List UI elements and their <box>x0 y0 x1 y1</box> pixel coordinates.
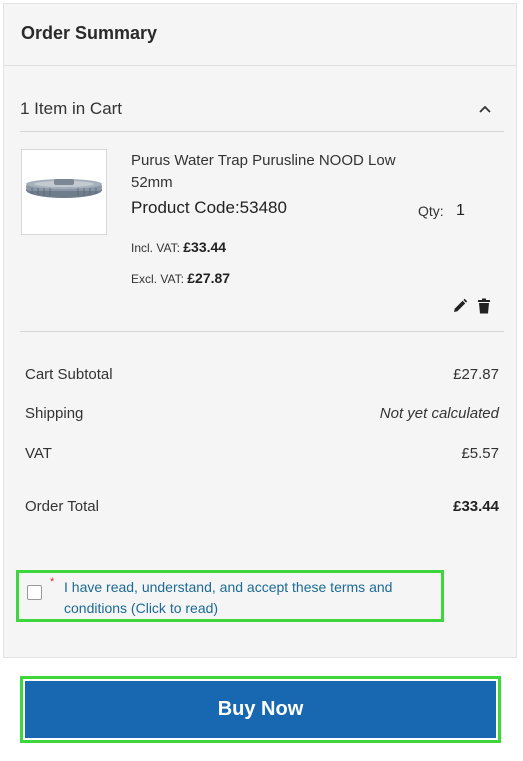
chevron-up-icon[interactable] <box>477 102 493 114</box>
product-code: Product Code:53480 <box>131 198 287 217</box>
incl-vat-price: £33.44 <box>183 239 227 255</box>
order-summary-title: Order Summary <box>21 23 158 43</box>
qty-label: Qty: <box>418 203 444 219</box>
water-trap-image <box>26 179 102 198</box>
order-total-value: £33.44 <box>453 498 499 515</box>
qty-value: 1 <box>456 202 465 219</box>
divider <box>20 131 504 132</box>
pencil-icon[interactable] <box>452 298 468 314</box>
excl-vat-price: £27.87 <box>187 270 231 286</box>
trash-icon[interactable] <box>477 298 493 314</box>
shipping-value: Not yet calculated <box>379 405 499 422</box>
vat-label: VAT <box>25 445 52 462</box>
cart-subtotal-value: £27.87 <box>453 366 499 383</box>
incl-vat-label: Incl. VAT: <box>131 241 180 255</box>
divider <box>20 331 504 332</box>
buy-now-button[interactable]: Buy Now <box>25 681 496 738</box>
cart-subtotal-label: Cart Subtotal <box>25 366 113 383</box>
excl-vat-price-row: Excl. VAT: £27.87 <box>131 270 230 286</box>
excl-vat-label: Excl. VAT: <box>131 272 184 286</box>
order-total-label: Order Total <box>25 498 99 515</box>
terms-checkbox[interactable] <box>27 585 42 600</box>
terms-agreement: * I have read, understand, and accept th… <box>16 570 444 622</box>
cart-items-toggle[interactable]: 1 Item in Cart <box>20 95 505 129</box>
required-mark: * <box>50 576 55 588</box>
product-name[interactable]: Purus Water Trap Purusline NOOD Low 52mm <box>131 150 441 194</box>
product-thumbnail[interactable] <box>21 149 107 235</box>
buy-now-highlight: Buy Now <box>20 676 501 743</box>
incl-vat-price-row: Incl. VAT: £33.44 <box>131 239 226 255</box>
terms-link[interactable]: I have read, understand, and accept thes… <box>64 577 444 619</box>
shipping-label: Shipping <box>25 405 84 422</box>
divider <box>4 65 516 66</box>
cart-count-label: 1 Item in Cart <box>20 99 123 118</box>
vat-value: £5.57 <box>461 445 499 462</box>
order-summary-panel: Order Summary 1 Item in Cart Purus Water… <box>3 3 517 658</box>
